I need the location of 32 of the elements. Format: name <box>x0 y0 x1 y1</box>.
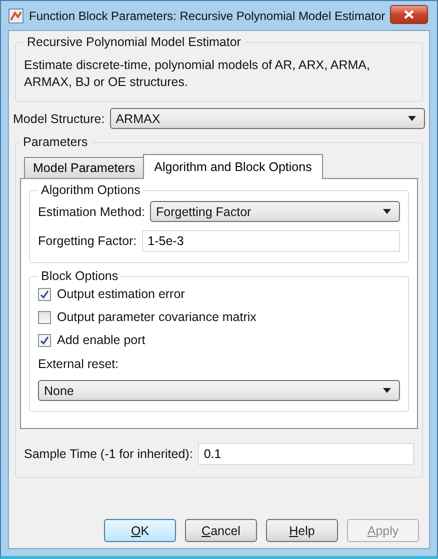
tab[interactable]: Algorithm and Block Options <box>143 154 323 179</box>
dialog-button[interactable]: Help <box>266 519 338 542</box>
checkbox[interactable]: Output estimation error <box>38 287 400 301</box>
input-field[interactable]: 1-5e-3 <box>142 230 400 252</box>
group-title: Parameters <box>22 135 89 149</box>
dropdown-arrow-icon <box>383 209 391 214</box>
check-icon <box>40 336 49 344</box>
description-text: Estimate discrete-time, polynomial models of AR, ARX, ARMA, ARMAX, BJ or OE structures. <box>24 57 371 91</box>
close-icon <box>404 10 414 19</box>
app-icon <box>8 8 24 24</box>
field-label: Estimation Method: <box>38 204 145 218</box>
field-label: External reset: <box>38 357 120 371</box>
group-title: Recursive Polynomial Model Estimator <box>26 35 242 49</box>
window-title: Function Block Parameters: Recursive Polynomial Model Estimator <box>29 8 386 22</box>
dropdown-arrow-icon <box>408 116 416 121</box>
group-title: Block Options <box>40 269 120 283</box>
dropdown-arrow-icon <box>383 388 391 393</box>
tab[interactable]: Model Parameters <box>24 157 144 178</box>
checkbox[interactable]: Add enable port <box>38 333 400 347</box>
group-title: Algorithm Options <box>40 183 142 197</box>
field-label: Forgetting Factor: <box>38 234 137 248</box>
input-field[interactable]: 0.1 <box>198 443 414 465</box>
model-structure-dropdown[interactable]: ARMAX <box>110 108 425 129</box>
estimation-method-dropdown[interactable]: Forgetting Factor <box>150 201 400 222</box>
dialog-button[interactable]: OK <box>104 519 176 542</box>
field-label: Sample Time (-1 for inherited): <box>24 447 193 461</box>
dialog-button[interactable]: Cancel <box>185 519 257 542</box>
check-icon <box>40 290 49 298</box>
field-label: Model Structure: <box>13 112 105 126</box>
close-button[interactable] <box>390 5 428 24</box>
checkbox[interactable]: Output parameter covariance matrix <box>38 310 400 324</box>
external-reset-dropdown[interactable]: None <box>38 380 400 401</box>
